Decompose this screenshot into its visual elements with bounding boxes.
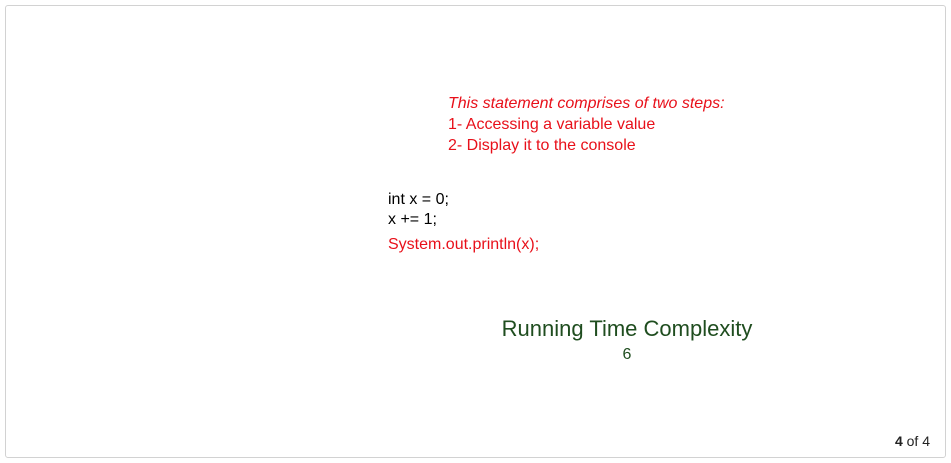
slide-footer-title: Running Time Complexity [501, 316, 753, 341]
code-line: x += 1; [388, 211, 437, 228]
annotation-heading: This statement comprises of two steps: [448, 95, 725, 112]
annotation-step-1: 1- Accessing a variable value [448, 116, 656, 133]
slide-counter-separator: of [902, 433, 923, 449]
code-block: int x = 0; x += 1; System.out.println(x)… [388, 190, 539, 255]
slide-footer-page-number: 6 [622, 346, 632, 363]
annotation-step-2: 2- Display it to the console [448, 137, 636, 154]
code-line-highlighted: System.out.println(x); [388, 236, 540, 253]
annotation-note: This statement comprises of two steps: 1… [448, 93, 725, 156]
slide-counter-current: 4 [894, 433, 903, 449]
code-line: int x = 0; [388, 191, 449, 208]
slide-counter: 4 of 4 [895, 432, 930, 450]
slide-counter-total: 4 [922, 433, 930, 449]
presentation-viewer: This statement comprises of two steps: 1… [0, 0, 951, 463]
